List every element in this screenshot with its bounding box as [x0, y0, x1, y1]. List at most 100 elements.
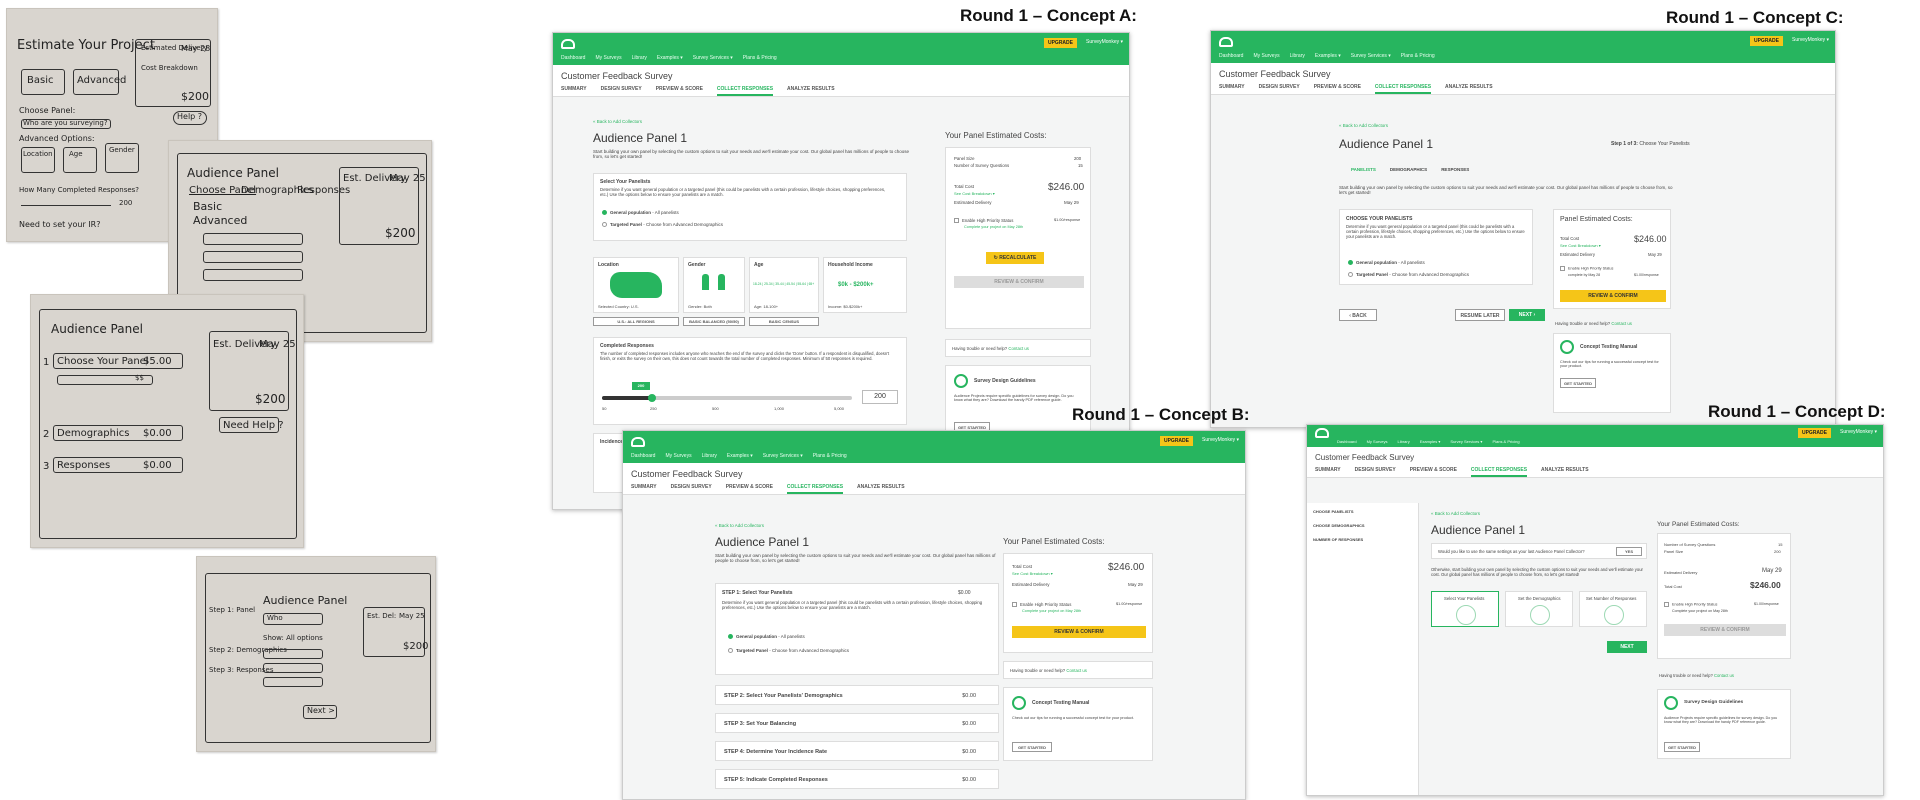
tab-preview[interactable]: PREVIEW & SCORE [726, 484, 773, 490]
nav-item[interactable]: Dashboard [1219, 53, 1243, 59]
nav-item[interactable]: Examples ▾ [727, 453, 753, 459]
user-menu[interactable]: SurveyMonkey ▾ [1840, 429, 1877, 435]
age-buckets[interactable]: 18-24 | 25-34 | 35-44 | 45-54 | 55-64 | … [753, 282, 814, 286]
nav-item[interactable]: Survey Services ▾ [1450, 439, 1482, 444]
cost-breakdown-link[interactable]: See Cost Breakdown ▾ [1560, 243, 1601, 248]
step-card-panelists[interactable]: Select Your Panelists [1431, 591, 1499, 627]
tab-collect[interactable]: COLLECT RESPONSES [1374, 84, 1432, 94]
targeted-radio[interactable]: Targeted Panel - Choose from Advanced De… [728, 648, 849, 654]
back-link[interactable]: « Back to Add Collectors [1431, 511, 1480, 516]
nav-item[interactable]: My Surveys [1253, 53, 1279, 59]
step3-bar[interactable]: STEP 3: Set Your Balancing $0.00 [715, 713, 999, 733]
next-button[interactable]: NEXT [1607, 641, 1647, 653]
tab-collect[interactable]: COLLECT RESPONSES [786, 484, 844, 494]
tab-summary[interactable]: SUMMARY [631, 484, 657, 490]
logo-icon[interactable] [1315, 428, 1329, 438]
responses-input[interactable]: 200 [862, 390, 898, 404]
high-priority-checkbox[interactable]: Enable High Priority Status [1560, 266, 1613, 271]
subtab-responses[interactable]: RESPONSES [1441, 167, 1469, 172]
tab-analyze[interactable]: ANALYZE RESULTS [1541, 467, 1589, 473]
step-card-responses[interactable]: Set Number of Responses [1579, 591, 1647, 627]
nav-item[interactable]: Examples ▾ [1315, 53, 1341, 59]
nav-item[interactable]: My Surveys [665, 453, 691, 459]
nav-item[interactable]: Dashboard [631, 453, 655, 459]
tab-analyze[interactable]: ANALYZE RESULTS [857, 484, 905, 490]
nav-item[interactable]: Survey Services ▾ [693, 55, 733, 61]
get-started-button[interactable]: GET STARTED [1012, 742, 1052, 752]
nav-item[interactable]: Library [632, 55, 647, 61]
back-button[interactable]: ‹ BACK [1339, 309, 1377, 321]
get-started-button[interactable]: GET STARTED [1664, 742, 1700, 752]
review-confirm-button[interactable]: REVIEW & CONFIRM [1012, 626, 1146, 638]
nav-item[interactable]: My Surveys [595, 55, 621, 61]
tab-preview[interactable]: PREVIEW & SCORE [656, 86, 703, 92]
back-link[interactable]: « Back to Add Collectors [593, 119, 642, 124]
get-started-button[interactable]: GET STARTED [1560, 378, 1596, 388]
tab-preview[interactable]: PREVIEW & SCORE [1410, 467, 1457, 473]
back-link[interactable]: « Back to Add Collectors [1339, 123, 1388, 128]
nav-item[interactable]: Library [1290, 53, 1305, 59]
slider-handle[interactable] [648, 394, 656, 402]
user-menu[interactable]: SurveyMonkey ▾ [1202, 437, 1239, 443]
step2-bar[interactable]: STEP 2: Select Your Panelists' Demograph… [715, 685, 999, 705]
logo-icon[interactable] [1219, 37, 1233, 47]
hp-sub[interactable]: Complete your project on May 28th [964, 225, 1023, 229]
tab-summary[interactable]: SUMMARY [1219, 84, 1245, 90]
high-priority-checkbox[interactable]: Enable High Priority Status [954, 218, 1013, 224]
tab-preview[interactable]: PREVIEW & SCORE [1314, 84, 1361, 90]
contact-link[interactable]: Contact us [1008, 346, 1029, 351]
logo-icon[interactable] [561, 39, 575, 49]
loc-preset[interactable]: U.S.: ALL REGIONS [593, 317, 679, 326]
nav-item[interactable]: My Surveys [1367, 439, 1388, 444]
step1-title[interactable]: STEP 1: Select Your Panelists [722, 590, 793, 596]
upgrade-button[interactable]: UPGRADE [1797, 428, 1831, 438]
cost-breakdown-link[interactable]: See Cost Breakdown ▾ [954, 191, 995, 196]
user-menu[interactable]: SurveyMonkey ▾ [1086, 39, 1123, 45]
tab-collect[interactable]: COLLECT RESPONSES [716, 86, 774, 96]
nav-item[interactable]: Examples ▾ [1420, 439, 1441, 444]
nav-item[interactable]: Plans & Pricing [813, 453, 847, 459]
targeted-radio[interactable]: Targeted Panel - Choose from Advanced De… [602, 222, 723, 228]
yes-button[interactable]: YES [1616, 547, 1642, 556]
nav-item[interactable]: Plans & Pricing [1401, 53, 1435, 59]
nav-item[interactable]: Dashboard [561, 55, 585, 61]
contact-link[interactable]: Contact us [1066, 668, 1087, 673]
contact-link[interactable]: Contact us [1611, 321, 1632, 326]
contact-link[interactable]: Contact us [1714, 673, 1734, 678]
income-range[interactable]: $0k - $200k+ [838, 282, 874, 288]
step5-bar[interactable]: STEP 5: Indicate Completed Responses $0.0… [715, 769, 999, 789]
targeted-radio[interactable]: Targeted Panel - Choose from Advanced De… [1348, 272, 1469, 278]
gender-preset[interactable]: BASIC BALANCED (50/50) [683, 317, 745, 326]
step4-bar[interactable]: STEP 4: Determine Your Incidence Rate $0.… [715, 741, 999, 761]
cost-breakdown-link[interactable]: See Cost Breakdown ▾ [1012, 571, 1053, 576]
tab-design[interactable]: DESIGN SURVEY [1355, 467, 1396, 473]
nav-item[interactable]: Survey Services ▾ [763, 453, 803, 459]
review-confirm-button[interactable]: REVIEW & CONFIRM [954, 276, 1084, 288]
tab-analyze[interactable]: ANALYZE RESULTS [1445, 84, 1493, 90]
step-card-demographics[interactable]: Set the Demographics [1505, 591, 1573, 627]
upgrade-button[interactable]: UPGRADE [1159, 436, 1193, 446]
general-pop-radio[interactable]: General population - All panelists [1348, 260, 1425, 266]
tab-design[interactable]: DESIGN SURVEY [601, 86, 642, 92]
high-priority-checkbox[interactable]: Enable High Priority Status [1012, 602, 1071, 608]
side-item-panelists[interactable]: CHOOSE PANELISTS [1313, 509, 1354, 514]
nav-item[interactable]: Library [702, 453, 717, 459]
side-item-demographics[interactable]: CHOOSE DEMOGRAPHICS [1313, 523, 1365, 528]
nav-item[interactable]: Plans & Pricing [743, 55, 777, 61]
recalculate-button[interactable]: ↻ RECALCULATE [986, 252, 1044, 264]
nav-item[interactable]: Examples ▾ [657, 55, 683, 61]
nav-item[interactable]: Library [1397, 439, 1409, 444]
upgrade-button[interactable]: UPGRADE [1043, 38, 1077, 48]
tab-design[interactable]: DESIGN SURVEY [1259, 84, 1300, 90]
back-link[interactable]: « Back to Add Collectors [715, 523, 764, 528]
tab-design[interactable]: DESIGN SURVEY [671, 484, 712, 490]
age-preset[interactable]: BASIC CENSUS [749, 317, 819, 326]
resume-later-button[interactable]: RESUME LATER [1455, 309, 1505, 321]
logo-icon[interactable] [631, 437, 645, 447]
general-pop-radio[interactable]: General population - All panelists [728, 634, 805, 640]
tab-summary[interactable]: SUMMARY [1315, 467, 1341, 473]
side-item-responses[interactable]: NUMBER OF RESPONSES [1313, 537, 1363, 542]
general-pop-radio[interactable]: General population - All panelists [602, 210, 679, 216]
hp-sub[interactable]: Complete your project on May 28th [1022, 609, 1081, 613]
upgrade-button[interactable]: UPGRADE [1749, 36, 1783, 46]
